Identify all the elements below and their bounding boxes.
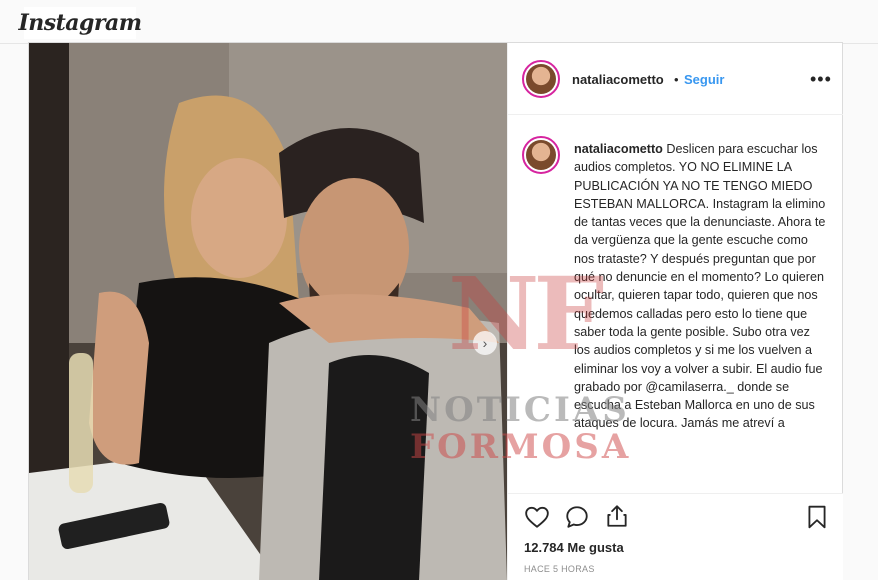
- comments-section[interactable]: nataliacometto Deslicen para escuchar lo…: [508, 116, 843, 535]
- bookmark-icon[interactable]: [804, 504, 830, 530]
- more-options-icon[interactable]: •••: [810, 69, 832, 90]
- likes-count[interactable]: 12.784 Me gusta: [524, 540, 624, 555]
- post-header: nataliacometto • Seguir •••: [508, 43, 843, 115]
- caption-username[interactable]: nataliacometto: [574, 142, 663, 156]
- chevron-right-icon: ›: [482, 335, 488, 351]
- photo-illustration: [29, 43, 507, 580]
- caption-text: Deslicen para escuchar los audios comple…: [574, 142, 826, 431]
- share-icon[interactable]: [604, 503, 630, 529]
- heart-icon[interactable]: [524, 504, 550, 530]
- post-photo[interactable]: ›: [29, 43, 507, 580]
- top-bar: Instagram: [0, 0, 878, 44]
- post-timestamp[interactable]: HACE 5 HORAS: [524, 564, 595, 574]
- caption-avatar[interactable]: [522, 136, 560, 174]
- post-card: › nataliacometto • Seguir ••• nataliacom…: [28, 42, 843, 580]
- logo-text: Instagram: [18, 10, 142, 36]
- post-sidebar: nataliacometto • Seguir ••• nataliacomet…: [507, 43, 843, 580]
- follow-button[interactable]: Seguir: [684, 72, 724, 87]
- post-actions: 12.784 Me gusta HACE 5 HORAS: [508, 493, 843, 580]
- post-caption: nataliacometto Deslicen para escuchar lo…: [574, 140, 826, 433]
- author-avatar[interactable]: [522, 60, 560, 98]
- author-username[interactable]: nataliacometto: [572, 72, 664, 87]
- separator-dot: •: [674, 72, 679, 87]
- comment-icon[interactable]: [564, 504, 590, 530]
- next-image-button[interactable]: ›: [473, 331, 497, 355]
- instagram-logo[interactable]: Instagram: [18, 7, 142, 39]
